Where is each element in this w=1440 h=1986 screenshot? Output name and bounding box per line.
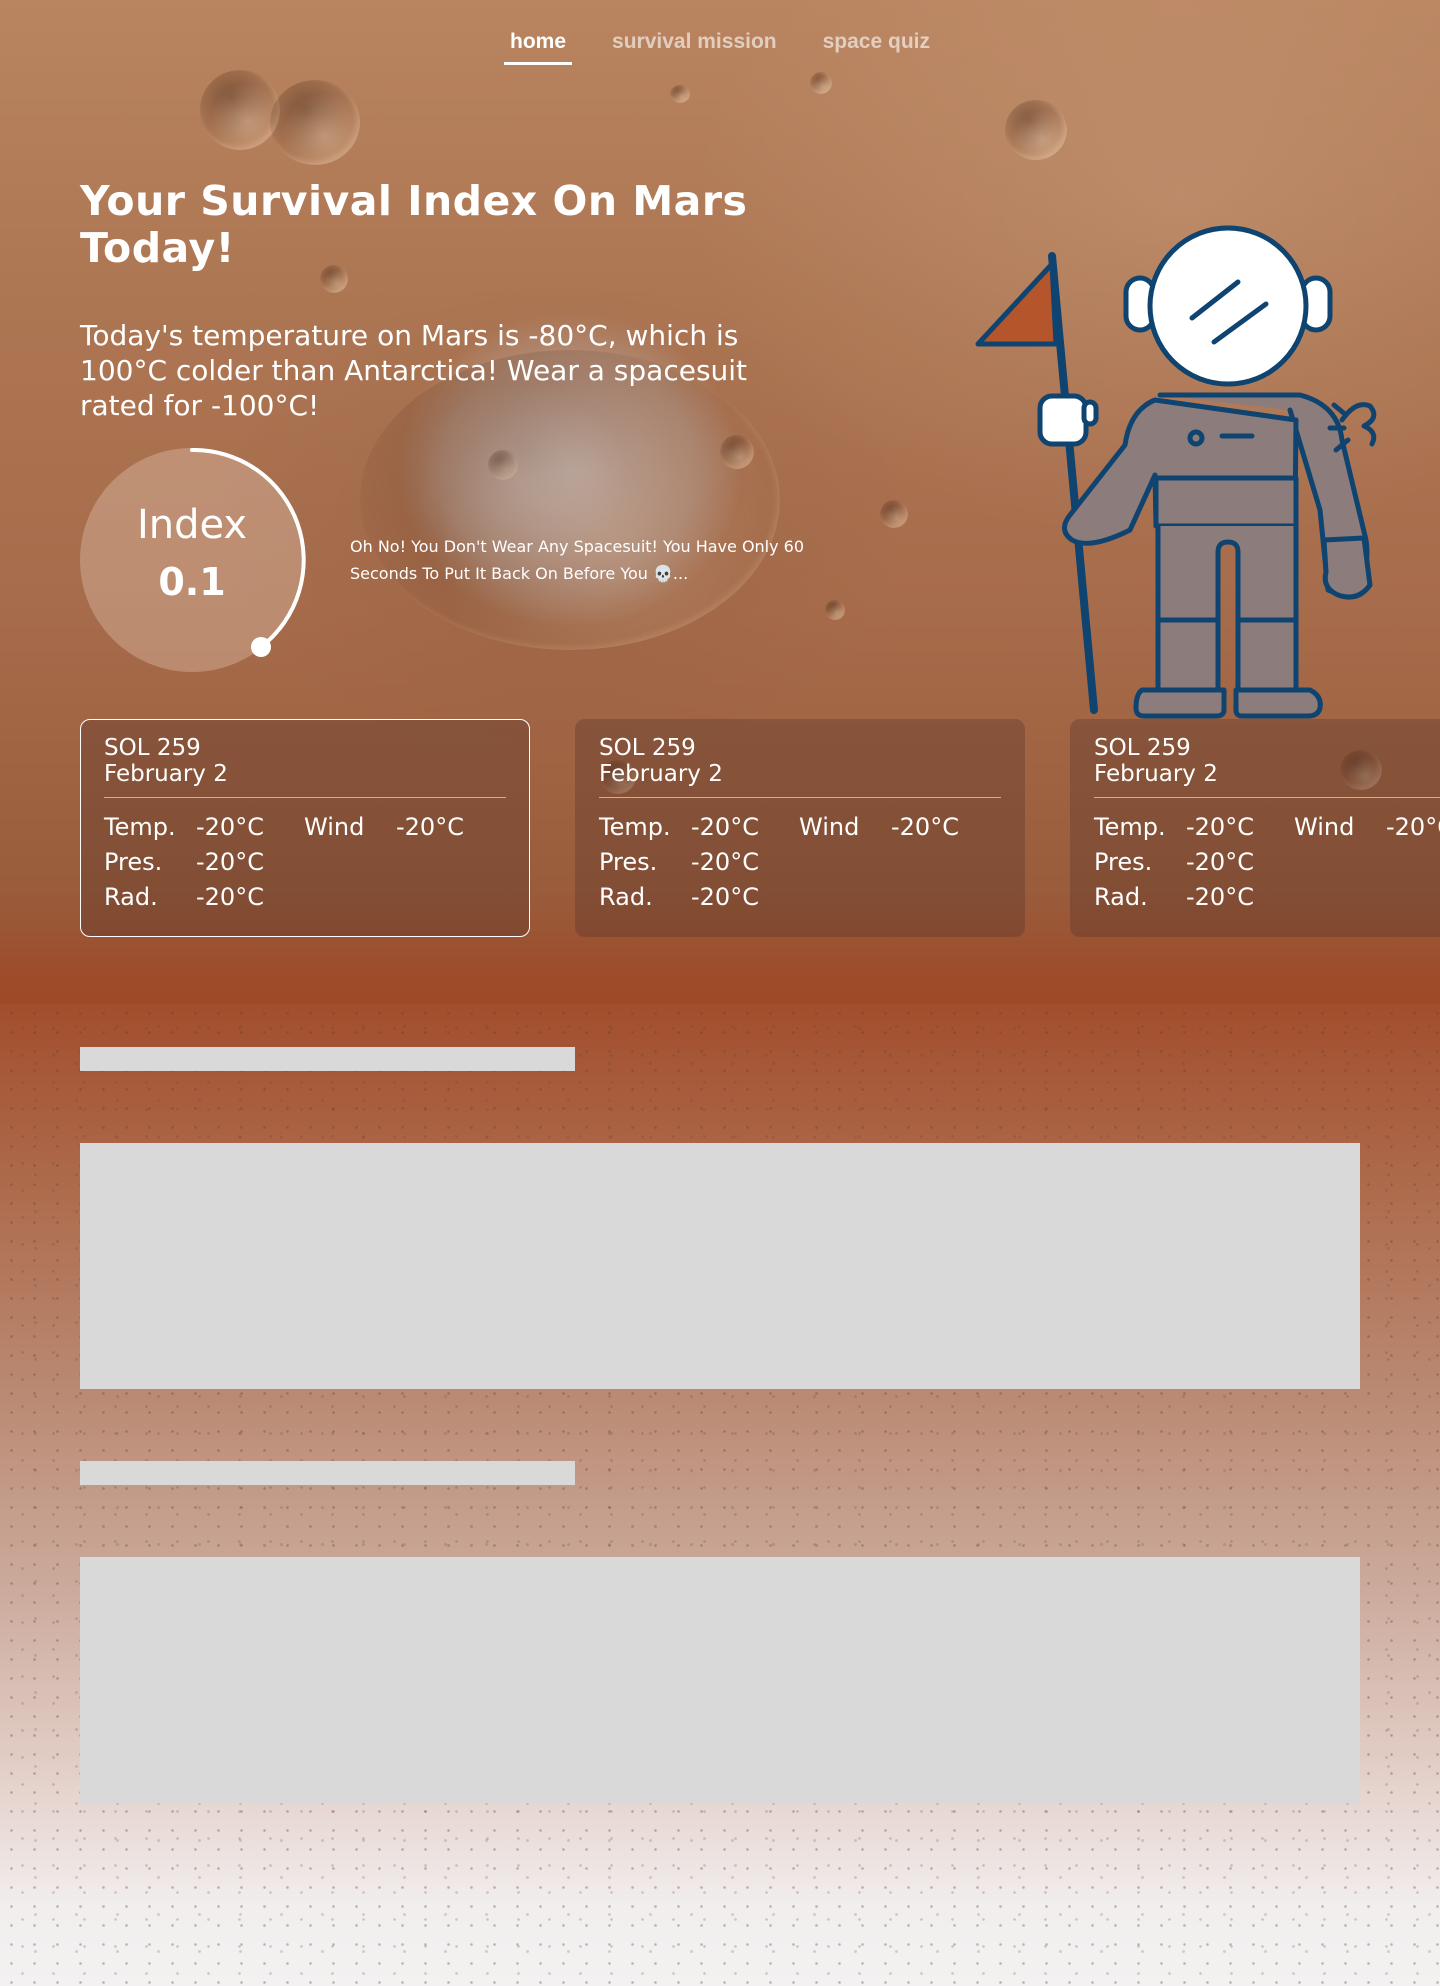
- wind-label: Wind: [799, 813, 860, 841]
- gauge-label: Index: [136, 502, 248, 548]
- card-date: February 2: [599, 761, 723, 787]
- temp-value: -20°C: [196, 813, 264, 841]
- weather-card[interactable]: SOL 259 February 2 Temp. -20°C Wind -20°…: [1070, 719, 1440, 937]
- rad-value: -20°C: [1186, 883, 1254, 911]
- wind-value: -20°C: [396, 813, 464, 841]
- pres-value: -20°C: [691, 848, 759, 876]
- card-row-pressure: Pres. -20°C: [104, 845, 506, 880]
- temp-label: Temp.: [104, 813, 176, 841]
- temp-label: Temp.: [1094, 813, 1166, 841]
- pres-value: -20°C: [1186, 848, 1254, 876]
- content-placeholder-1: [80, 1143, 1360, 1389]
- page-title: Your Survival Index On Mars Today!: [80, 177, 748, 272]
- gauge-value: 0.1: [158, 560, 226, 604]
- card-row-radiation: Rad. -20°C: [1094, 880, 1440, 915]
- card-row-temp-wind: Temp. -20°C Wind -20°C: [599, 810, 1001, 845]
- top-nav: home survival mission space quiz: [0, 26, 1440, 65]
- astronaut-illustration: [975, 225, 1377, 719]
- weather-card[interactable]: SOL 259 February 2 Temp. -20°C Wind -20°…: [80, 719, 530, 937]
- wind-label: Wind: [1294, 813, 1355, 841]
- card-row-radiation: Rad. -20°C: [599, 880, 1001, 915]
- card-sol: SOL 259: [104, 735, 201, 761]
- card-divider: [104, 797, 506, 798]
- card-date: February 2: [1094, 761, 1218, 787]
- card-row-pressure: Pres. -20°C: [1094, 845, 1440, 880]
- weather-card[interactable]: SOL 259 February 2 Temp. -20°C Wind -20°…: [575, 719, 1025, 937]
- pres-label: Pres.: [1094, 848, 1153, 876]
- card-sol: SOL 259: [1094, 735, 1191, 761]
- pres-value: -20°C: [196, 848, 264, 876]
- card-divider: [599, 797, 1001, 798]
- spacesuit-warning: Oh No! You Don't Wear Any Spacesuit! You…: [350, 537, 805, 583]
- rad-value: -20°C: [196, 883, 264, 911]
- content-placeholder-2: [80, 1557, 1360, 1803]
- card-row-temp-wind: Temp. -20°C Wind -20°C: [1094, 810, 1440, 845]
- card-row-pressure: Pres. -20°C: [599, 845, 1001, 880]
- rad-label: Rad.: [104, 883, 158, 911]
- temperature-description: Today's temperature on Mars is -80°C, wh…: [80, 319, 748, 422]
- temp-value: -20°C: [1186, 813, 1254, 841]
- wind-label: Wind: [304, 813, 365, 841]
- pres-label: Pres.: [599, 848, 658, 876]
- temp-value: -20°C: [691, 813, 759, 841]
- rad-label: Rad.: [599, 883, 653, 911]
- nav-space-quiz[interactable]: space quiz: [817, 26, 936, 65]
- weather-cards-row: SOL 259 February 2 Temp. -20°C Wind -20°…: [80, 719, 1440, 939]
- card-row-radiation: Rad. -20°C: [104, 880, 506, 915]
- rad-label: Rad.: [1094, 883, 1148, 911]
- heading-placeholder-2: [80, 1461, 575, 1485]
- survival-index-gauge: Index 0.1: [80, 448, 310, 678]
- temp-label: Temp.: [599, 813, 671, 841]
- rad-value: -20°C: [691, 883, 759, 911]
- wind-value: -20°C: [1386, 813, 1440, 841]
- nav-home[interactable]: home: [504, 26, 573, 65]
- wind-value: -20°C: [891, 813, 959, 841]
- card-divider: [1094, 797, 1440, 798]
- heading-placeholder-1: [80, 1047, 575, 1071]
- card-row-temp-wind: Temp. -20°C Wind -20°C: [104, 810, 506, 845]
- pres-label: Pres.: [104, 848, 163, 876]
- card-date: February 2: [104, 761, 228, 787]
- nav-survival-mission[interactable]: survival mission: [606, 26, 783, 65]
- card-sol: SOL 259: [599, 735, 696, 761]
